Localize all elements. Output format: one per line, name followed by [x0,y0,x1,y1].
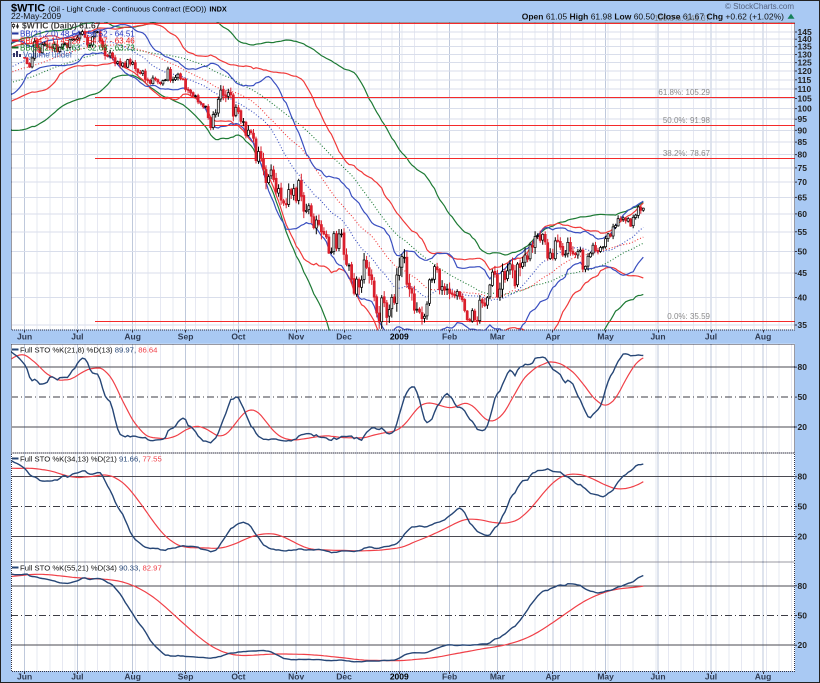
svg-text:90: 90 [798,125,808,135]
svg-text:Full STO %K(21,8) %D(13) 89.97: Full STO %K(21,8) %D(13) 89.97, 86.64 [20,346,158,355]
svg-text:0.0%: 35.59: 0.0%: 35.59 [667,312,710,321]
svg-text:20: 20 [798,532,808,542]
svg-text:50: 50 [798,502,808,512]
svg-text:20: 20 [798,422,808,432]
svg-text:60: 60 [798,209,808,219]
svg-text:Apr: Apr [545,672,560,682]
svg-text:50: 50 [798,247,808,257]
svg-text:Full STO %K(34,13) %D(21) 91.6: Full STO %K(34,13) %D(21) 91.66, 77.55 [20,455,162,464]
svg-text:Sep: Sep [178,332,194,342]
svg-text:50: 50 [798,392,808,402]
svg-text:80: 80 [798,472,808,482]
svg-text:Feb: Feb [442,332,457,342]
svg-text:Jul: Jul [71,332,83,342]
svg-text:Jun: Jun [650,332,665,342]
svg-text:Mar: Mar [490,332,506,342]
svg-text:80: 80 [798,362,808,372]
svg-text:Apr: Apr [545,332,560,342]
svg-text:38.2%: 78.67: 38.2%: 78.67 [663,149,711,158]
svg-text:May: May [597,332,614,342]
svg-text:© StockCharts.com: © StockCharts.com [725,2,794,11]
svg-text:55: 55 [798,227,808,237]
svg-text:61.8%: 105.29: 61.8%: 105.29 [658,88,710,97]
svg-text:Open 61.05 High 61.98 Low 60.5: Open 61.05 High 61.98 Low 60.50 Close 61… [522,12,784,22]
svg-text:Nov: Nov [288,332,304,342]
svg-text:Jun: Jun [17,332,32,342]
svg-text:45: 45 [798,268,808,278]
svg-text:20: 20 [798,640,808,650]
svg-text:85: 85 [798,137,808,147]
svg-text:35: 35 [798,320,808,330]
svg-text:105: 105 [798,94,812,104]
svg-text:2009: 2009 [390,332,409,342]
svg-text:Volume undef: Volume undef [23,51,73,60]
svg-text:Oct: Oct [231,332,245,342]
svg-text:80: 80 [798,581,808,591]
svg-text:95: 95 [798,114,808,124]
svg-text:65: 65 [798,192,808,202]
svg-text:70: 70 [798,177,808,187]
svg-text:110: 110 [798,84,812,94]
svg-text:22-May-2009: 22-May-2009 [11,11,61,21]
svg-text:50.0%: 91.98: 50.0%: 91.98 [663,116,711,125]
svg-text:75: 75 [798,163,808,173]
svg-text:100: 100 [798,104,812,114]
svg-text:Aug: Aug [755,332,772,342]
svg-text:Jul: Jul [705,332,717,342]
svg-text:50: 50 [798,611,808,621]
svg-text:80: 80 [798,150,808,160]
svg-text:Dec: Dec [336,332,352,342]
svg-text:115: 115 [798,75,812,85]
svg-text:40: 40 [798,293,808,303]
svg-text:Full STO %K(55,21) %D(34) 90.3: Full STO %K(55,21) %D(34) 90.33, 82.97 [20,564,162,573]
svg-text:Aug: Aug [124,332,141,342]
svg-text:145: 145 [798,27,812,37]
